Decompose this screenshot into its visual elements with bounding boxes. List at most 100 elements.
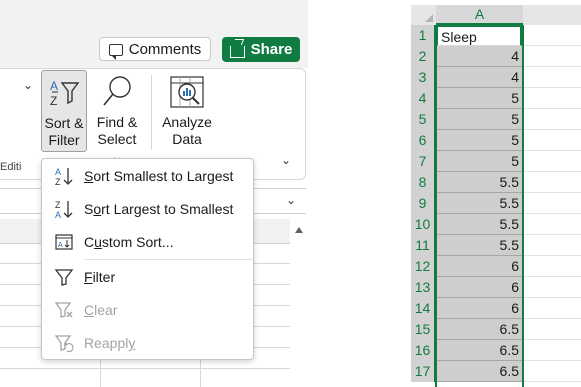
cell-b[interactable] bbox=[523, 46, 581, 67]
sort-filter-line1: Sort & bbox=[44, 115, 84, 131]
analyze-data-icon bbox=[158, 70, 216, 114]
cell-a[interactable]: 5.5 bbox=[436, 172, 522, 193]
menu-separator bbox=[84, 259, 252, 260]
menu-item-sort-largest-to-smallest[interactable]: ZA Sort Largest to Smallest bbox=[42, 195, 253, 223]
menu-item-sort-smallest-to-largest[interactable]: AZ Sort Smallest to Largest bbox=[42, 162, 253, 190]
cell-a[interactable]: 6.5 bbox=[436, 319, 522, 340]
cell-a[interactable]: 5 bbox=[436, 88, 522, 109]
cell-a[interactable]: 6 bbox=[436, 277, 522, 298]
scroll-up-arrow-icon[interactable] bbox=[295, 227, 303, 233]
cell-b[interactable] bbox=[523, 298, 581, 319]
row-number[interactable]: 11 bbox=[411, 235, 436, 256]
cell-b[interactable] bbox=[523, 151, 581, 172]
cell-a[interactable]: 4 bbox=[436, 46, 522, 67]
select-all-corner[interactable] bbox=[411, 5, 436, 25]
row-number[interactable]: 13 bbox=[411, 277, 436, 298]
analyze-data-button[interactable]: Analyze Data bbox=[158, 70, 216, 152]
table-row: 1 Sleep bbox=[411, 25, 581, 46]
table-row: 75 bbox=[411, 151, 581, 172]
column-header-a[interactable]: A bbox=[436, 5, 523, 25]
row-number[interactable]: 3 bbox=[411, 67, 436, 88]
grid-line bbox=[0, 368, 290, 369]
share-button[interactable]: Share bbox=[222, 37, 300, 62]
cell-b[interactable] bbox=[523, 340, 581, 361]
clear-filter-icon bbox=[50, 300, 78, 320]
chevron-down-icon[interactable]: ⌄ bbox=[23, 78, 33, 92]
menu-item-custom-sort[interactable]: A Custom Sort... bbox=[42, 228, 253, 256]
cell-b[interactable] bbox=[523, 256, 581, 277]
cell-b[interactable] bbox=[523, 88, 581, 109]
cell-b[interactable] bbox=[523, 172, 581, 193]
table-row: 8 5.5 bbox=[411, 172, 581, 193]
column-header-b[interactable] bbox=[523, 5, 581, 25]
cell-b[interactable] bbox=[523, 235, 581, 256]
find-select-line1: Find & bbox=[96, 114, 138, 130]
editing-group-label: Editi bbox=[0, 161, 22, 173]
menu-item-reapply: Reapply bbox=[42, 329, 253, 357]
cell-a[interactable]: Sleep bbox=[436, 25, 522, 46]
row-number[interactable]: 17 bbox=[411, 361, 436, 382]
row-number[interactable]: 9 bbox=[411, 193, 436, 214]
table-row: 17 6.5 bbox=[411, 361, 581, 382]
find-select-button[interactable]: Find & Select ⌄ bbox=[91, 70, 143, 164]
row-number[interactable]: 7 bbox=[411, 151, 436, 172]
sort-filter-button[interactable]: A Z Sort & Filter ⌄ bbox=[41, 70, 87, 165]
sort-filter-menu: AZ Sort Smallest to Largest ZA Sort Larg… bbox=[41, 158, 254, 360]
menu-item-label: Reapply bbox=[84, 335, 136, 351]
cell-b[interactable] bbox=[523, 193, 581, 214]
svg-text:A: A bbox=[55, 167, 61, 177]
cell-b[interactable] bbox=[523, 277, 581, 298]
table-row: 10 5.5 bbox=[411, 214, 581, 235]
cell-a[interactable]: 5 bbox=[436, 151, 522, 172]
cell-b[interactable] bbox=[523, 109, 581, 130]
row-number[interactable]: 16 bbox=[411, 340, 436, 361]
ribbon-separator bbox=[151, 75, 152, 150]
share-label: Share bbox=[250, 41, 293, 58]
table-row: 34 bbox=[411, 67, 581, 88]
comments-button[interactable]: Comments bbox=[99, 37, 211, 61]
row-number[interactable]: 6 bbox=[411, 130, 436, 151]
row-number[interactable]: 14 bbox=[411, 298, 436, 319]
row-number[interactable]: 1 bbox=[411, 25, 436, 46]
row-number[interactable]: 15 bbox=[411, 319, 436, 340]
cell-b[interactable] bbox=[523, 361, 581, 382]
cell-a[interactable]: 6.5 bbox=[436, 340, 522, 361]
cell-a[interactable]: 5 bbox=[436, 130, 522, 151]
cell-a[interactable]: 5.5 bbox=[436, 214, 522, 235]
analyze-data-line2: Data bbox=[172, 131, 202, 147]
menu-item-filter[interactable]: Filter bbox=[42, 263, 253, 291]
reapply-icon bbox=[50, 333, 78, 353]
cell-a[interactable]: 6 bbox=[436, 298, 522, 319]
row-number[interactable]: 8 bbox=[411, 172, 436, 193]
svg-text:Z: Z bbox=[55, 177, 61, 186]
comments-label: Comments bbox=[128, 40, 202, 58]
cell-a[interactable]: 6.5 bbox=[436, 361, 522, 382]
svg-text:A: A bbox=[55, 210, 61, 219]
row-number[interactable]: 10 bbox=[411, 214, 436, 235]
cell-b[interactable] bbox=[523, 67, 581, 88]
table-row: 14 6 bbox=[411, 298, 581, 319]
table-row: 16 6.5 bbox=[411, 340, 581, 361]
cell-b[interactable] bbox=[523, 319, 581, 340]
cell-a[interactable]: 4 bbox=[436, 67, 522, 88]
row-number[interactable]: 12 bbox=[411, 256, 436, 277]
cell-a[interactable]: 5.5 bbox=[436, 235, 522, 256]
magnifier-icon bbox=[91, 70, 143, 114]
share-icon bbox=[229, 45, 245, 58]
cell-a[interactable]: 6 bbox=[436, 256, 522, 277]
svg-text:A: A bbox=[50, 79, 58, 93]
ribbon-collapse-chevron-icon[interactable]: ⌄ bbox=[281, 153, 291, 167]
row-number[interactable]: 4 bbox=[411, 88, 436, 109]
cell-a[interactable]: 5.5 bbox=[436, 193, 522, 214]
cell-a[interactable]: 5 bbox=[436, 109, 522, 130]
svg-text:A: A bbox=[58, 242, 63, 249]
row-number[interactable]: 5 bbox=[411, 109, 436, 130]
row-number[interactable]: 2 bbox=[411, 46, 436, 67]
cell-b[interactable] bbox=[523, 214, 581, 235]
spreadsheet-column-view: A 1 Sleep 2 4 3 4 4 5 5 5 6 5 7 5 8 5.5 9 5.5 10 5.5 11 5.5 12… bbox=[411, 5, 581, 387]
formula-bar-expand-icon[interactable]: ⌄ bbox=[286, 193, 296, 207]
filter-icon bbox=[50, 267, 78, 287]
cell-b[interactable] bbox=[523, 130, 581, 151]
analyze-data-line1: Analyze bbox=[162, 114, 212, 130]
cell-b[interactable] bbox=[523, 25, 581, 46]
